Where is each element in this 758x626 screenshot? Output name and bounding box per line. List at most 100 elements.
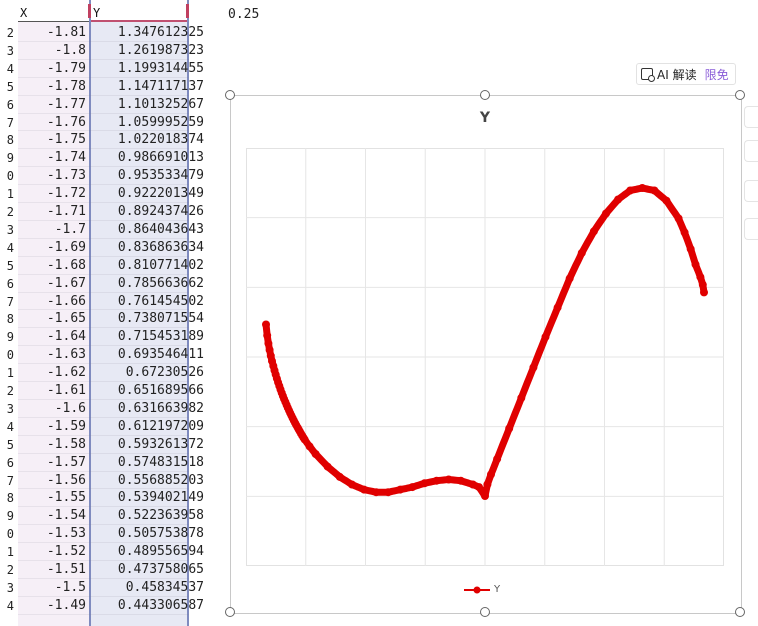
table-row[interactable]: -1.64 0.715453189	[18, 328, 204, 346]
cell-x[interactable]: -1.63	[18, 346, 86, 364]
table-row[interactable]: -1.77 1.101325267	[18, 96, 204, 114]
cell-y[interactable]: 0.785663662	[91, 275, 204, 293]
cell-x[interactable]: -1.77	[18, 96, 86, 114]
row-number[interactable]: 9	[0, 328, 14, 346]
cell-x[interactable]: -1.76	[18, 114, 86, 132]
row-number[interactable]: 4	[0, 60, 14, 78]
table-row[interactable]: -1.62 0.67230526	[18, 364, 204, 382]
cell-x[interactable]: -1.68	[18, 257, 86, 275]
cell-y[interactable]: 0.45834537	[91, 579, 204, 597]
range-handle-left[interactable]	[88, 4, 91, 18]
row-number[interactable]: 1	[0, 185, 14, 203]
cell-x[interactable]: -1.58	[18, 436, 86, 454]
cell-x[interactable]: -1.59	[18, 418, 86, 436]
resize-handle-bottom-left[interactable]	[225, 607, 235, 617]
cell-x[interactable]: -1.62	[18, 364, 86, 382]
table-row[interactable]: -1.68 0.810771402	[18, 257, 204, 275]
cell-y[interactable]: 0.612197209	[91, 418, 204, 436]
table-row[interactable]: -1.63 0.693546411	[18, 346, 204, 364]
resize-handle-top-right[interactable]	[735, 90, 745, 100]
resize-handle-bottom-right[interactable]	[735, 607, 745, 617]
row-number[interactable]: 0	[0, 525, 14, 543]
cell-x[interactable]: -1.78	[18, 78, 86, 96]
header-cell-x[interactable]: X	[18, 0, 89, 22]
cell-y[interactable]: 0.539402149	[91, 489, 204, 507]
row-number[interactable]: 1	[0, 543, 14, 561]
resize-handle-bottom[interactable]	[480, 607, 490, 617]
row-number[interactable]: 2	[0, 382, 14, 400]
table-row[interactable]: -1.54 0.522363958	[18, 507, 204, 525]
table-row[interactable]: -1.6 0.631663982	[18, 400, 204, 418]
cell-x[interactable]: -1.74	[18, 149, 86, 167]
table-row[interactable]: -1.7 0.864043643	[18, 221, 204, 239]
cell-x[interactable]: -1.65	[18, 310, 86, 328]
cell-x[interactable]: -1.79	[18, 60, 86, 78]
row-number[interactable]: 2	[0, 561, 14, 579]
cell-x[interactable]: -1.51	[18, 561, 86, 579]
row-number[interactable]: 4	[0, 597, 14, 615]
row-number[interactable]: 5	[0, 257, 14, 275]
cell-y[interactable]: 0.738071554	[91, 310, 204, 328]
row-number[interactable]: 4	[0, 418, 14, 436]
cell-y[interactable]: 0.505753878	[91, 525, 204, 543]
resize-handle-top[interactable]	[480, 90, 490, 100]
cell-y[interactable]: 0.864043643	[91, 221, 204, 239]
ai-read-button[interactable]: AI 解读 限免	[636, 63, 736, 85]
table-row[interactable]: -1.73 0.953533479	[18, 167, 204, 185]
row-number[interactable]: 7	[0, 472, 14, 490]
cell-y[interactable]: 0.715453189	[91, 328, 204, 346]
cell-x[interactable]: -1.52	[18, 543, 86, 561]
side-tool-tab[interactable]	[744, 140, 758, 162]
cell-x[interactable]: -1.8	[18, 42, 86, 60]
table-row[interactable]: -1.74 0.986691013	[18, 149, 204, 167]
table-row[interactable]: -1.49 0.443306587	[18, 597, 204, 615]
cell-y[interactable]: 0.986691013	[91, 149, 204, 167]
cell-x[interactable]: -1.55	[18, 489, 86, 507]
table-row[interactable]: -1.61 0.651689566	[18, 382, 204, 400]
table-row[interactable]: -1.8 1.261987323	[18, 42, 204, 60]
row-number[interactable]: 6	[0, 454, 14, 472]
row-number[interactable]: 8	[0, 489, 14, 507]
header-cell-y[interactable]: Y	[91, 0, 187, 22]
row-number[interactable]: 0	[0, 346, 14, 364]
table-row[interactable]: -1.81 1.347612325	[18, 24, 204, 42]
table-row[interactable]: -1.58 0.593261372	[18, 436, 204, 454]
cell-x[interactable]: -1.73	[18, 167, 86, 185]
cell-y[interactable]: 0.892437426	[91, 203, 204, 221]
cell-x[interactable]: -1.49	[18, 597, 86, 615]
cell-x[interactable]: -1.75	[18, 131, 86, 149]
cell-x[interactable]: -1.64	[18, 328, 86, 346]
table-row[interactable]: -1.57 0.574831518	[18, 454, 204, 472]
cell-y[interactable]: 0.953533479	[91, 167, 204, 185]
cell-y[interactable]: 0.556885203	[91, 472, 204, 490]
table-row[interactable]: -1.72 0.922201349	[18, 185, 204, 203]
cell-y[interactable]: 0.922201349	[91, 185, 204, 203]
cell-y[interactable]: 0.574831518	[91, 454, 204, 472]
resize-handle-top-left[interactable]	[225, 90, 235, 100]
cell-y[interactable]: 1.199314455	[91, 60, 204, 78]
table-row[interactable]: -1.65 0.738071554	[18, 310, 204, 328]
cell-y[interactable]: 1.261987323	[91, 42, 204, 60]
cell-y[interactable]: 1.347612325	[91, 24, 204, 42]
table-row[interactable]: -1.51 0.473758065	[18, 561, 204, 579]
row-number[interactable]: 3	[0, 400, 14, 418]
row-number[interactable]: 9	[0, 507, 14, 525]
side-tool-tab[interactable]	[744, 218, 758, 240]
table-row[interactable]: -1.55 0.539402149	[18, 489, 204, 507]
cell-y[interactable]: 0.761454502	[91, 293, 204, 311]
table-row[interactable]: -1.71 0.892437426	[18, 203, 204, 221]
cell-y[interactable]: 0.593261372	[91, 436, 204, 454]
row-number[interactable]: 5	[0, 78, 14, 96]
row-number[interactable]: 3	[0, 42, 14, 60]
table-row[interactable]: -1.75 1.022018374	[18, 131, 204, 149]
cell-x[interactable]: -1.67	[18, 275, 86, 293]
row-number[interactable]: 2	[0, 24, 14, 42]
cell-y[interactable]: 0.473758065	[91, 561, 204, 579]
table-row[interactable]: -1.66 0.761454502	[18, 293, 204, 311]
table-row[interactable]: -1.5 0.45834537	[18, 579, 204, 597]
table-row[interactable]: -1.79 1.199314455	[18, 60, 204, 78]
cell-x[interactable]: -1.81	[18, 24, 86, 42]
cell-x[interactable]: -1.57	[18, 454, 86, 472]
row-number[interactable]: 8	[0, 310, 14, 328]
row-number[interactable]: 5	[0, 436, 14, 454]
